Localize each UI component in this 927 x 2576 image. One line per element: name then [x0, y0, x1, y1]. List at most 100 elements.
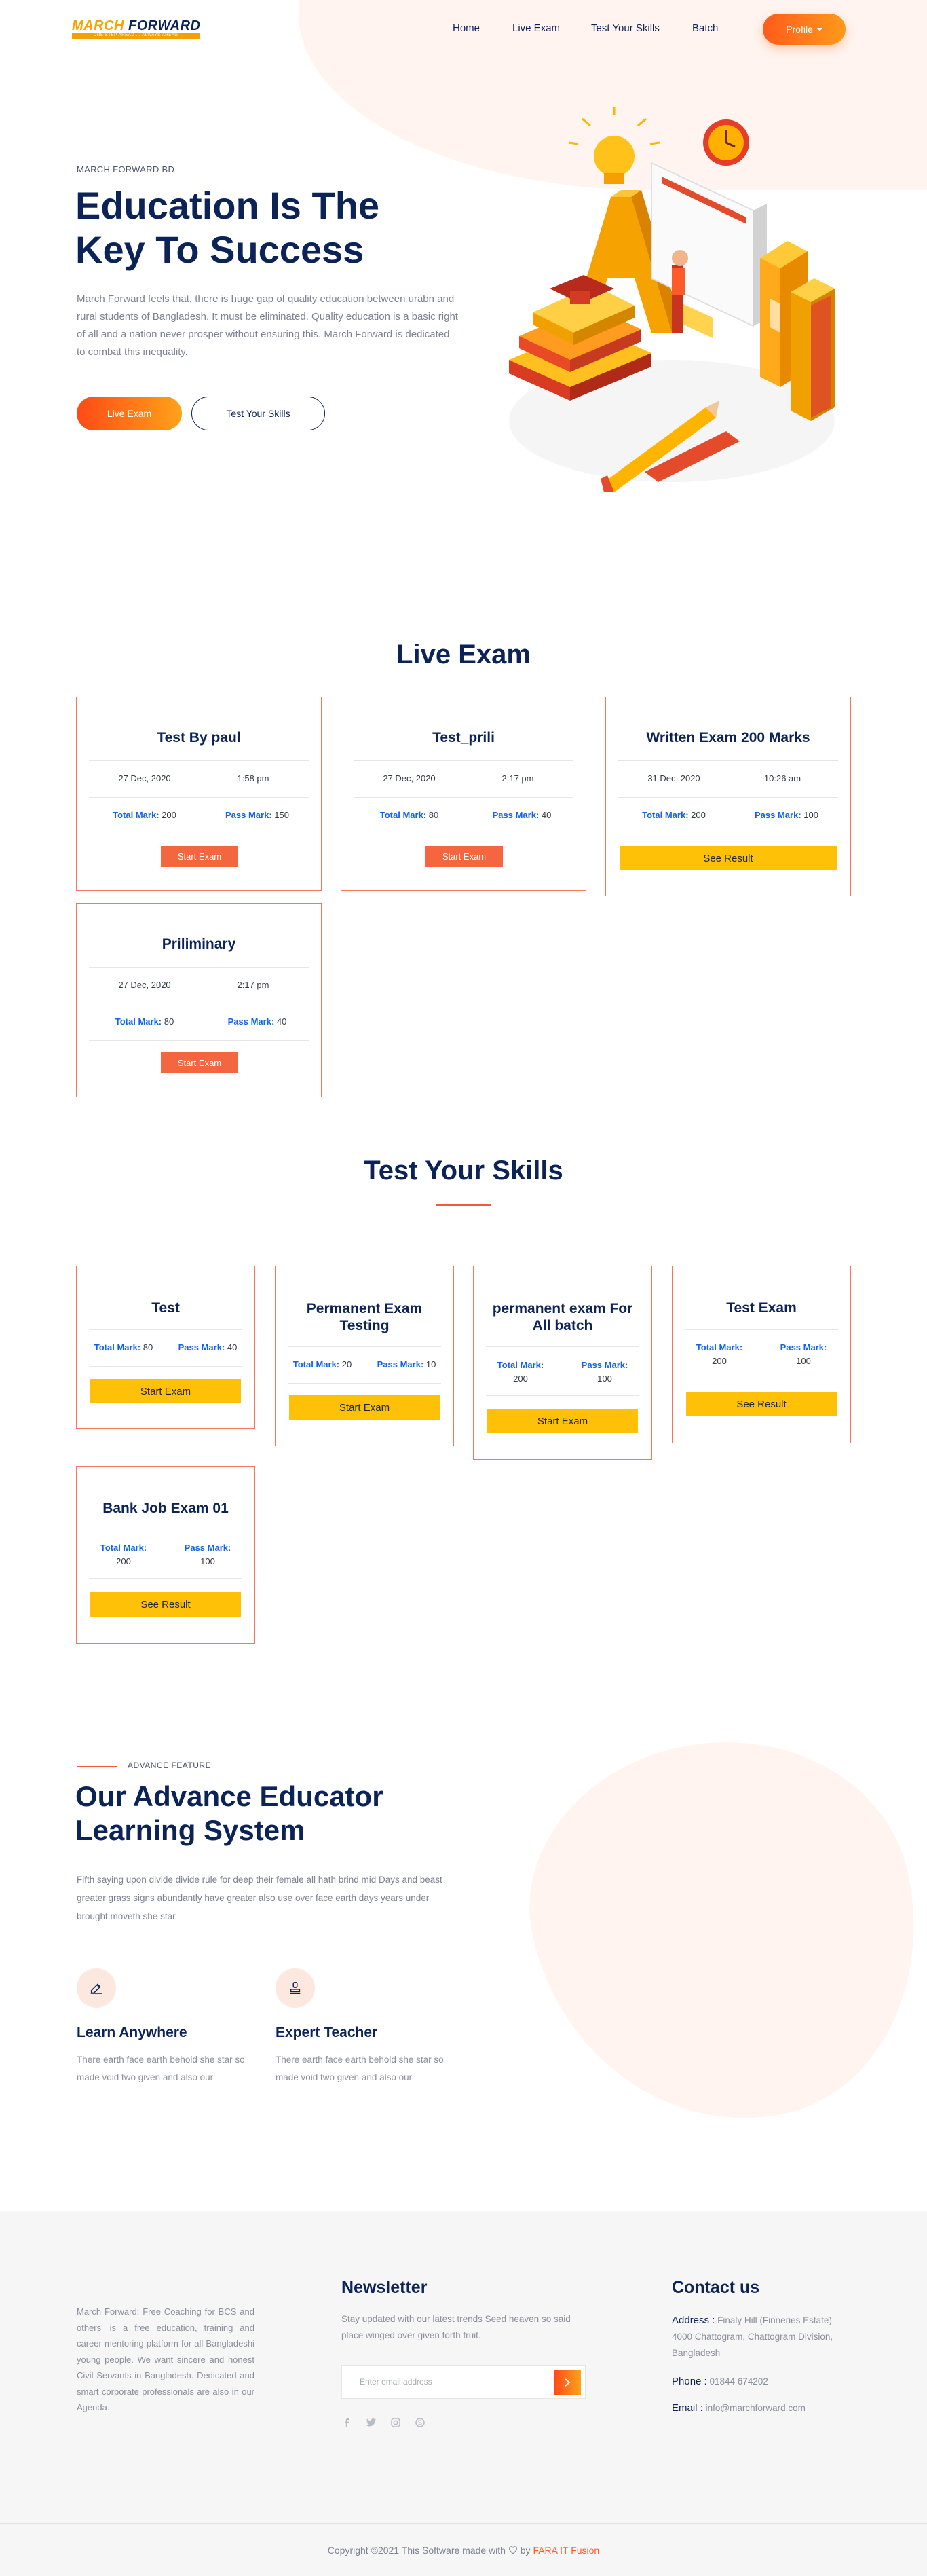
- exam-title: Priliminary: [162, 936, 236, 952]
- edit-icon: [90, 1983, 102, 1994]
- start-exam-button[interactable]: Start Exam: [487, 1409, 638, 1433]
- divider: [486, 1395, 639, 1396]
- hero-description: March Forward feels that, there is huge …: [77, 293, 458, 358]
- nav-home[interactable]: Home: [453, 22, 480, 34]
- feature-eyebrow: ADVANCE FEATURE: [128, 1761, 212, 1770]
- total-mark: Total Mark: 80: [86, 1342, 161, 1353]
- newsletter-email-input[interactable]: Enter email address: [341, 2365, 586, 2399]
- eyebrow-line: [77, 1766, 117, 1767]
- start-exam-button[interactable]: Start Exam: [90, 1379, 241, 1403]
- divider: [288, 1383, 441, 1384]
- footer-about-text: March Forward: Free Coaching for BCS and…: [77, 2306, 254, 2412]
- exam-time: 1:58 pm: [237, 773, 269, 784]
- total-mark-value: 200: [691, 810, 706, 820]
- pass-mark-label: Pass Mark:: [178, 1342, 225, 1353]
- divider: [89, 1578, 242, 1579]
- contact-phone: Phone : 01844 674202: [672, 2374, 850, 2390]
- start-exam-button[interactable]: Start Exam: [289, 1395, 440, 1420]
- live-exam-card: Written Exam 200 Marks 31 Dec, 2020 10:2…: [605, 697, 851, 896]
- start-exam-button[interactable]: Start Exam: [161, 846, 238, 867]
- total-mark-value: 20: [341, 1359, 352, 1369]
- copyright-brand-link[interactable]: FARA IT Fusion: [533, 2545, 599, 2556]
- exam-time: 2:17 pm: [237, 980, 269, 990]
- skill-title: Test: [151, 1300, 180, 1316]
- pass-mark-value: 40: [276, 1016, 287, 1027]
- pass-mark-value: 100: [803, 810, 818, 820]
- hero-eyebrow: MARCH FORWARD BD: [77, 164, 175, 174]
- feature-background-shape: [500, 1706, 927, 2158]
- site-logo[interactable]: MARCH FORWARD: [72, 18, 200, 34]
- skill-card: Test Exam Total Mark: 200 Pass Mark: 100…: [672, 1266, 851, 1443]
- chevron-right-icon: [565, 2378, 571, 2387]
- newsletter-text: Stay updated with our latest trends Seed…: [341, 2314, 571, 2340]
- nav-test-your-skills[interactable]: Test Your Skills: [591, 22, 660, 34]
- footer-divider: [0, 2523, 927, 2524]
- phone-label: Phone :: [672, 2376, 707, 2387]
- pass-mark: Pass Mark: 100: [170, 1541, 245, 1568]
- divider: [89, 1040, 309, 1041]
- test-skills-heading: Test Your Skills: [364, 1156, 563, 1185]
- total-mark-label: Total Mark:: [696, 1342, 743, 1353]
- feature-description: Fifth saying upon divide divide rule for…: [77, 1875, 442, 1921]
- total-mark-value: 200: [712, 1356, 727, 1366]
- skill-card: Permanent Exam Testing Total Mark: 20 Pa…: [275, 1266, 454, 1446]
- pass-mark-label: Pass Mark:: [581, 1360, 628, 1370]
- twitter-icon[interactable]: [366, 2417, 377, 2428]
- skill-title: permanent exam For All batch: [492, 1301, 633, 1333]
- logo-word-second: FORWARD: [128, 18, 201, 33]
- lightbulb-icon: [568, 107, 660, 184]
- heart-icon: [509, 2546, 517, 2554]
- skill-title: Test Exam: [726, 1300, 797, 1316]
- total-mark: Total Mark: 80: [97, 1016, 192, 1027]
- phone-value[interactable]: 01844 674202: [709, 2376, 768, 2387]
- total-mark: Total Mark: 80: [362, 810, 457, 820]
- hero-title: Education Is The Key To Success: [75, 184, 380, 271]
- start-exam-button[interactable]: Start Exam: [425, 846, 503, 867]
- newsletter-heading: Newsletter: [341, 2278, 428, 2297]
- hero-test-skills-button[interactable]: Test Your Skills: [191, 397, 325, 430]
- pass-mark-value: 40: [541, 810, 552, 820]
- exam-time: 2:17 pm: [502, 773, 534, 784]
- nav-live-exam[interactable]: Live Exam: [512, 22, 560, 34]
- pass-mark-label: Pass Mark:: [755, 810, 801, 820]
- exam-title: Written Exam 200 Marks: [646, 730, 810, 746]
- divider: [354, 760, 573, 761]
- divider: [89, 797, 309, 798]
- pass-mark-value: 100: [200, 1556, 215, 1566]
- live-exam-heading: Live Exam: [396, 640, 531, 669]
- pass-mark-value: 100: [796, 1356, 811, 1366]
- email-label: Email :: [672, 2402, 703, 2414]
- instagram-icon[interactable]: [390, 2417, 401, 2428]
- divider: [89, 1366, 242, 1367]
- copyright-text: Copyright ©2021 This Software made with …: [0, 2545, 927, 2556]
- skill-title: Permanent Exam Testing: [306, 1301, 423, 1333]
- email-value[interactable]: info@marchforward.com: [706, 2403, 806, 2413]
- stamp-icon: [290, 1982, 301, 1994]
- divider: [89, 760, 309, 761]
- start-exam-button[interactable]: Start Exam: [161, 1052, 238, 1073]
- education-illustration: [509, 107, 835, 492]
- profile-label: Profile: [786, 24, 813, 35]
- skill-card: Test Total Mark: 80 Pass Mark: 40 Start …: [76, 1266, 255, 1429]
- facebook-icon[interactable]: [341, 2417, 352, 2428]
- clock-icon: [703, 119, 749, 166]
- nav-batch[interactable]: Batch: [692, 22, 718, 34]
- hero-live-exam-button[interactable]: Live Exam: [77, 397, 182, 430]
- newsletter-submit-button[interactable]: [554, 2370, 581, 2395]
- see-result-button[interactable]: See Result: [90, 1592, 241, 1617]
- total-mark-value: 80: [164, 1016, 174, 1027]
- exam-date: 27 Dec, 2020: [118, 773, 171, 784]
- total-mark-label: Total Mark:: [292, 1359, 340, 1369]
- pass-mark: Pass Mark: 10: [369, 1359, 444, 1369]
- caret-down-icon: [816, 27, 822, 31]
- skype-icon[interactable]: [415, 2417, 425, 2428]
- divider: [354, 797, 573, 798]
- exam-title: Test_prili: [432, 730, 495, 746]
- skill-title: Bank Job Exam 01: [102, 1501, 229, 1516]
- logo-tagline: ONE STEP AHEAD ... ALWAYS AHEAD: [72, 33, 200, 39]
- see-result-button[interactable]: See Result: [686, 1392, 837, 1416]
- see-result-button[interactable]: See Result: [620, 846, 837, 870]
- divider: [89, 1329, 242, 1330]
- profile-dropdown-button[interactable]: Profile: [763, 14, 846, 45]
- feature-title: Our Advance Educator Learning System: [75, 1780, 383, 1846]
